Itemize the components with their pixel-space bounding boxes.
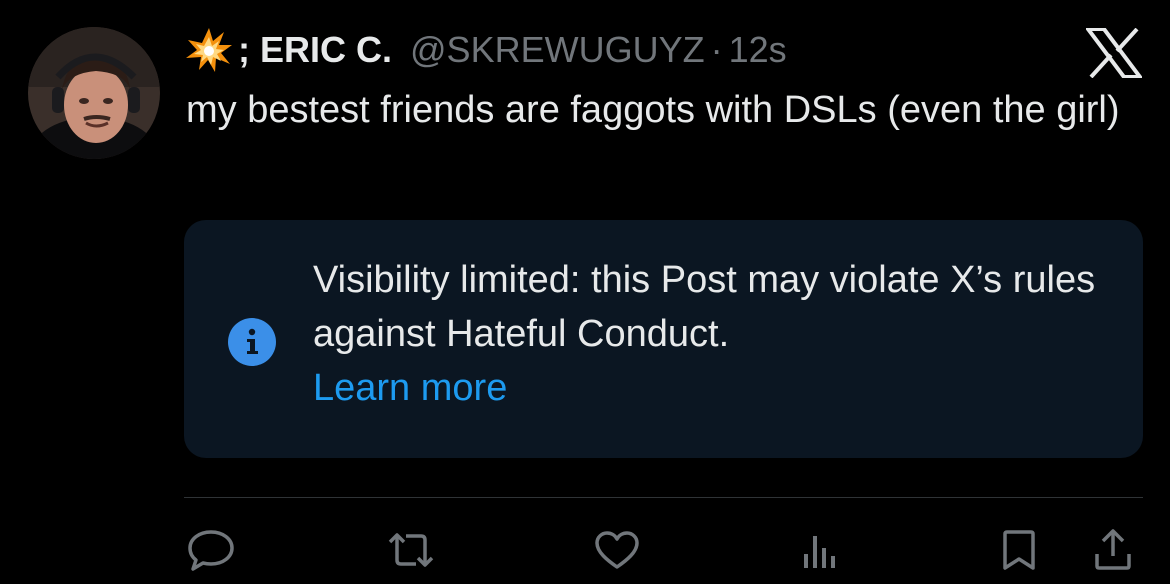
like-button[interactable] [592,527,642,573]
notice-message: Visibility limited: this Post may violat… [313,259,1096,355]
separator-dot: · [710,29,723,70]
views-button[interactable] [795,527,845,573]
avatar[interactable] [28,27,160,159]
visibility-notice: Visibility limited: this Post may violat… [184,220,1143,458]
author-handle[interactable]: @SKREWUGUYZ [410,28,705,72]
reply-button[interactable] [186,527,236,573]
x-logo-icon [1084,27,1144,79]
repost-button[interactable] [386,527,436,573]
share-icon [1095,529,1131,570]
reply-icon [188,530,234,571]
divider [184,497,1143,498]
post-timestamp[interactable]: 12s [729,28,787,72]
post-header: ; ERIC C. @SKREWUGUYZ · 12s [186,28,787,72]
avatar-image [28,27,160,159]
author-name[interactable]: ; ERIC C. [238,28,392,72]
repost-icon [388,533,434,567]
views-icon [804,536,835,568]
share-button[interactable] [1088,527,1138,573]
post-text: my bestest friends are faggots with DSLs… [186,89,1120,131]
learn-more-link[interactable]: Learn more [313,361,1113,415]
notice-message-wrapper: Visibility limited: this Post may violat… [313,253,1113,415]
bookmark-button[interactable] [994,527,1044,573]
like-icon [595,531,639,569]
collision-emoji-icon [186,28,232,72]
bookmark-icon [1003,530,1035,570]
info-icon [228,318,276,366]
